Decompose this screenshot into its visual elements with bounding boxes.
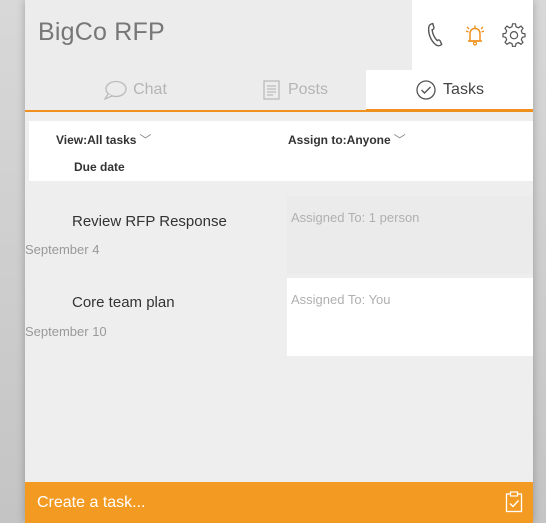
phone-icon[interactable] — [422, 22, 448, 48]
tab-chat[interactable]: Chat — [75, 70, 195, 110]
sort-due-date[interactable]: Due date — [74, 160, 125, 174]
document-icon — [263, 80, 280, 100]
tab-posts[interactable]: Posts — [245, 70, 345, 110]
task-assignee[interactable]: Assigned To: You — [287, 278, 533, 356]
task-title[interactable]: Review RFP Response — [72, 213, 227, 230]
tab-tasks-label: Tasks — [443, 80, 484, 98]
gear-icon[interactable] — [501, 22, 527, 48]
assign-filter-dropdown[interactable]: Assign to:Anyone ﹀ — [288, 131, 406, 148]
chat-bubble-icon — [103, 80, 127, 100]
app-title: BigCo RFP — [38, 18, 165, 46]
task-due-date: September 4 — [25, 242, 100, 257]
tab-posts-label: Posts — [287, 81, 328, 98]
task-item[interactable]: Core team plan September 10 Assigned To:… — [25, 278, 533, 356]
task-assignee-label: Assigned To: You — [291, 292, 391, 307]
task-title[interactable]: Core team plan — [72, 294, 175, 311]
tab-bar: Chat Posts Tasks — [25, 70, 533, 112]
task-item[interactable]: Review RFP Response September 4 Assigned… — [25, 196, 533, 276]
task-due-date: September 10 — [25, 324, 107, 339]
task-filters: View:All tasks ﹀ Assign to:Anyone ﹀ Due … — [29, 121, 533, 181]
tab-chat-label: Chat — [133, 81, 167, 98]
chevron-down-icon: ﹀ — [139, 133, 152, 147]
task-panel: BigCo RFP Chat Posts Tasks View:All task… — [25, 0, 533, 523]
bell-icon[interactable] — [462, 22, 488, 48]
task-assignee-label: Assigned To: 1 person — [291, 210, 420, 225]
panel-header: BigCo RFP — [25, 0, 533, 70]
create-task-input[interactable]: Create a task... — [37, 494, 146, 512]
sort-due-date-label: Due date — [74, 160, 125, 174]
tab-tasks[interactable]: Tasks — [366, 70, 533, 112]
assign-filter-label: Assign to:Anyone — [288, 132, 391, 147]
header-icon-group — [412, 0, 533, 70]
create-task-bar[interactable]: Create a task... — [25, 482, 533, 523]
chevron-down-icon: ﹀ — [393, 133, 406, 147]
check-circle-icon — [416, 79, 436, 100]
tab-underline — [25, 110, 533, 112]
task-assignee[interactable]: Assigned To: 1 person — [287, 196, 533, 274]
view-filter-label: View:All tasks — [56, 132, 137, 147]
clipboard-check-icon[interactable] — [505, 491, 523, 513]
view-filter-dropdown[interactable]: View:All tasks ﹀ — [56, 131, 152, 148]
